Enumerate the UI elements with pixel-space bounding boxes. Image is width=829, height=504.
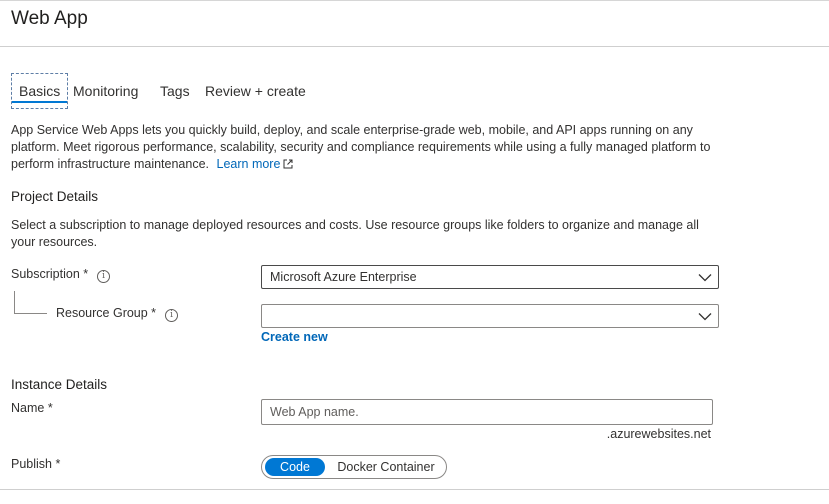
- create-new-link[interactable]: Create new: [261, 330, 328, 344]
- subscription-value: Microsoft Azure Enterprise: [270, 270, 417, 284]
- learn-more-link[interactable]: Learn more: [217, 157, 294, 171]
- web-app-name-input[interactable]: [261, 399, 713, 425]
- project-details-heading: Project Details: [11, 189, 99, 204]
- external-link-icon: [283, 159, 293, 169]
- publish-option-code[interactable]: Code: [265, 458, 325, 476]
- resource-group-label-text: Resource Group *: [56, 306, 157, 320]
- subscription-label-text: Subscription *: [11, 267, 89, 281]
- header-divider: [0, 46, 829, 47]
- tab-review-create[interactable]: Review + create: [205, 73, 306, 109]
- tab-active-indicator: [12, 101, 68, 103]
- tree-connector-vertical: [14, 291, 15, 313]
- info-icon[interactable]: i: [165, 309, 179, 322]
- learn-more-label: Learn more: [216, 157, 281, 171]
- resource-group-label: Resource Group * i: [56, 306, 179, 322]
- tree-connector-horizontal: [14, 313, 47, 314]
- chevron-down-icon: [698, 313, 712, 321]
- tab-basics[interactable]: Basics: [11, 73, 69, 109]
- subscription-label: Subscription * i: [11, 267, 111, 283]
- publish-option-docker[interactable]: Docker Container: [328, 458, 444, 476]
- subscription-dropdown[interactable]: Microsoft Azure Enterprise: [261, 265, 719, 289]
- intro-text: App Service Web Apps lets you quickly bu…: [11, 123, 711, 171]
- name-label: Name *: [11, 401, 53, 415]
- publish-toggle: Code Docker Container: [261, 455, 447, 479]
- info-icon[interactable]: i: [97, 270, 111, 283]
- page-title: Web App: [11, 8, 88, 29]
- project-details-description: Select a subscription to manage deployed…: [11, 218, 699, 249]
- instance-details-heading: Instance Details: [11, 377, 108, 392]
- domain-suffix: .azurewebsites.net: [606, 427, 711, 441]
- chevron-down-icon: [698, 274, 712, 282]
- bottom-divider: [0, 489, 829, 490]
- intro-paragraph: App Service Web Apps lets you quickly bu…: [11, 122, 711, 173]
- top-divider: [0, 0, 829, 1]
- resource-group-dropdown[interactable]: [261, 304, 719, 328]
- tab-monitoring[interactable]: Monitoring: [73, 73, 138, 109]
- page: Web App Basics Monitoring Tags Review + …: [0, 0, 829, 504]
- publish-label: Publish *: [11, 457, 61, 471]
- tab-tags[interactable]: Tags: [160, 73, 190, 109]
